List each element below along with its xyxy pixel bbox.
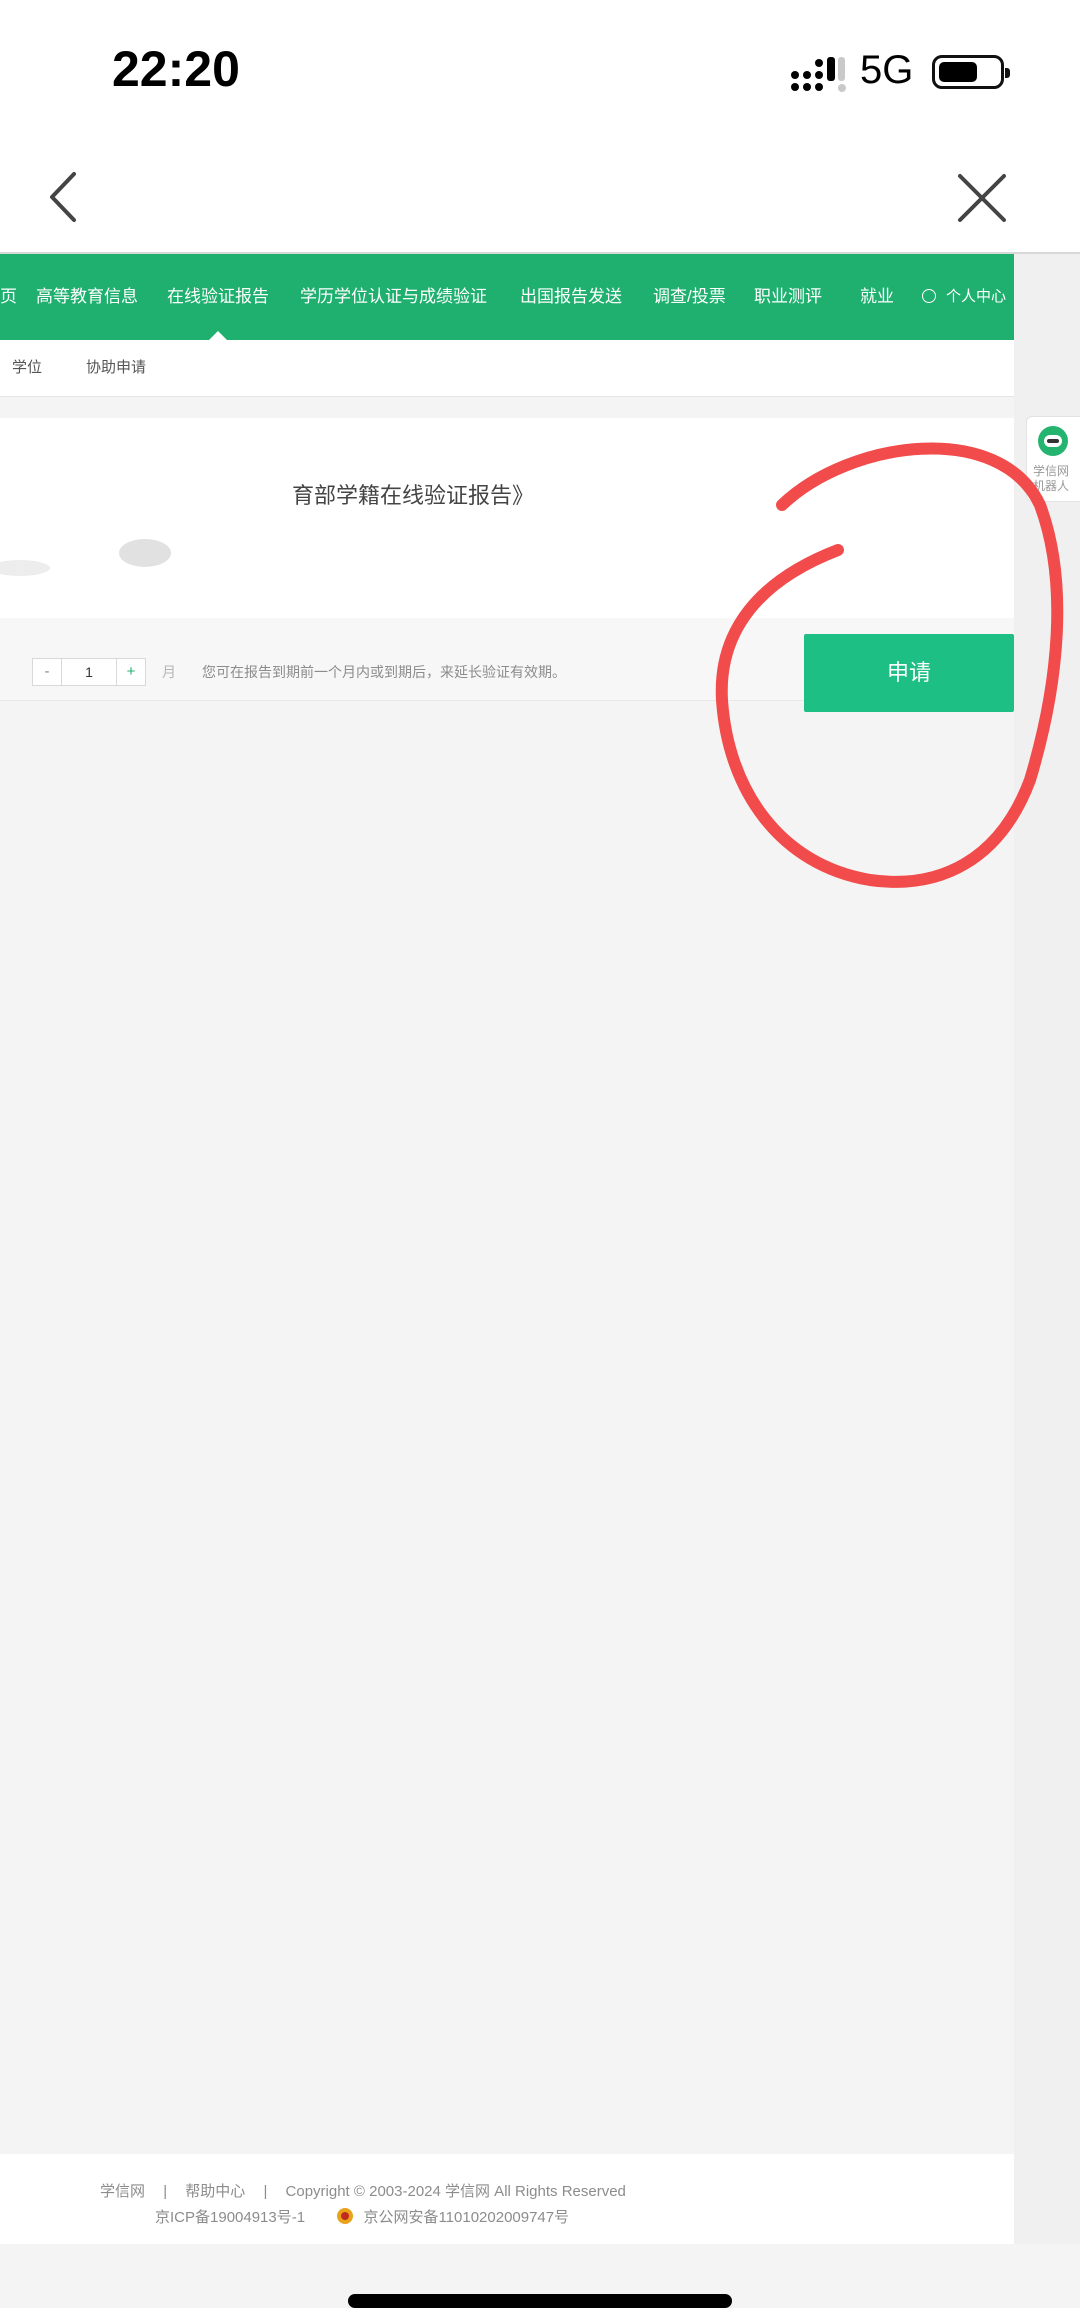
months-stepper: - 1 + bbox=[32, 658, 146, 686]
apply-button[interactable]: 申请 bbox=[804, 634, 1014, 712]
top-nav: 页 高等教育信息 在线验证报告 学历学位认证与成绩验证 出国报告发送 调查/投票… bbox=[0, 254, 1014, 340]
close-icon[interactable] bbox=[952, 162, 1012, 232]
web-content: 页 高等教育信息 在线验证报告 学历学位认证与成绩验证 出国报告发送 调查/投票… bbox=[0, 254, 1014, 2244]
footer-line-1: 学信网 | 帮助中心 | Copyright © 2003-2024 学信网 A… bbox=[100, 2180, 626, 2201]
nav-item-overseas-report[interactable]: 出国报告发送 bbox=[520, 254, 622, 340]
police-badge-icon bbox=[337, 2208, 354, 2225]
robot-label-1: 学信网 bbox=[1033, 464, 1070, 478]
footer: 学信网 | 帮助中心 | Copyright © 2003-2024 学信网 A… bbox=[0, 2154, 1014, 2244]
footer-separator: | bbox=[263, 2183, 268, 2200]
app-nav-bar bbox=[0, 140, 1080, 254]
status-time: 22:20 bbox=[112, 41, 240, 97]
battery-icon bbox=[932, 55, 1010, 89]
footer-icp[interactable]: 京ICP备19004913号-1 bbox=[155, 2209, 305, 2226]
right-gutter bbox=[1014, 254, 1080, 2244]
robot-helper[interactable]: 学信网 机器人 bbox=[1026, 416, 1080, 502]
nav-item-higher-edu-info[interactable]: 高等教育信息 bbox=[36, 254, 138, 340]
increment-button[interactable]: + bbox=[116, 658, 146, 686]
unit-label: 月 bbox=[162, 664, 176, 680]
home-indicator bbox=[348, 2294, 732, 2308]
nav-item-user-center-label: 个人中心 bbox=[946, 288, 1007, 305]
sub-nav-assist-apply[interactable]: 协助申请 bbox=[86, 340, 146, 396]
nav-item-employment[interactable]: 就业 bbox=[860, 254, 894, 340]
report-title-box: 育部学籍在线验证报告》 bbox=[0, 418, 1014, 618]
sub-nav-degree[interactable]: 学位 bbox=[12, 340, 42, 396]
sub-nav: 学位 协助申请 bbox=[0, 340, 1014, 397]
footer-line-2: 京ICP备19004913号-1 京公网安备11010202009747号 bbox=[155, 2206, 569, 2227]
footer-link-xuexin[interactable]: 学信网 bbox=[100, 2183, 145, 2200]
redacted-blur bbox=[0, 539, 171, 576]
report-title: 育部学籍在线验证报告》 bbox=[292, 483, 535, 508]
footer-copyright: Copyright © 2003-2024 学信网 All Rights Res… bbox=[285, 2183, 626, 2200]
user-circle-icon bbox=[922, 289, 936, 304]
nav-item-online-report[interactable]: 在线验证报告 bbox=[167, 254, 269, 340]
network-type: 5G bbox=[860, 48, 914, 92]
nav-item-career-test[interactable]: 职业测评 bbox=[754, 254, 822, 340]
nav-item-home[interactable]: 页 bbox=[0, 254, 17, 340]
robot-avatar-icon bbox=[1038, 426, 1068, 456]
signal-icon bbox=[791, 57, 846, 92]
chevron-left-icon[interactable] bbox=[40, 162, 90, 232]
status-bar: 22:20 5G bbox=[0, 0, 1080, 140]
months-input[interactable]: 1 bbox=[62, 658, 116, 686]
nav-item-user-center[interactable]: 个人中心 bbox=[922, 254, 1006, 340]
renew-hint: 您可在报告到期前一个月内或到期后，来延长验证有效期。 bbox=[202, 664, 566, 680]
nav-item-survey[interactable]: 调查/投票 bbox=[653, 254, 726, 340]
footer-police-record[interactable]: 京公网安备11010202009747号 bbox=[363, 2209, 569, 2226]
footer-separator: | bbox=[163, 2183, 168, 2200]
footer-link-help[interactable]: 帮助中心 bbox=[185, 2183, 245, 2200]
nav-item-degree-auth[interactable]: 学历学位认证与成绩验证 bbox=[300, 254, 487, 340]
decrement-button[interactable]: - bbox=[32, 658, 62, 686]
robot-label-2: 机器人 bbox=[1033, 479, 1070, 493]
